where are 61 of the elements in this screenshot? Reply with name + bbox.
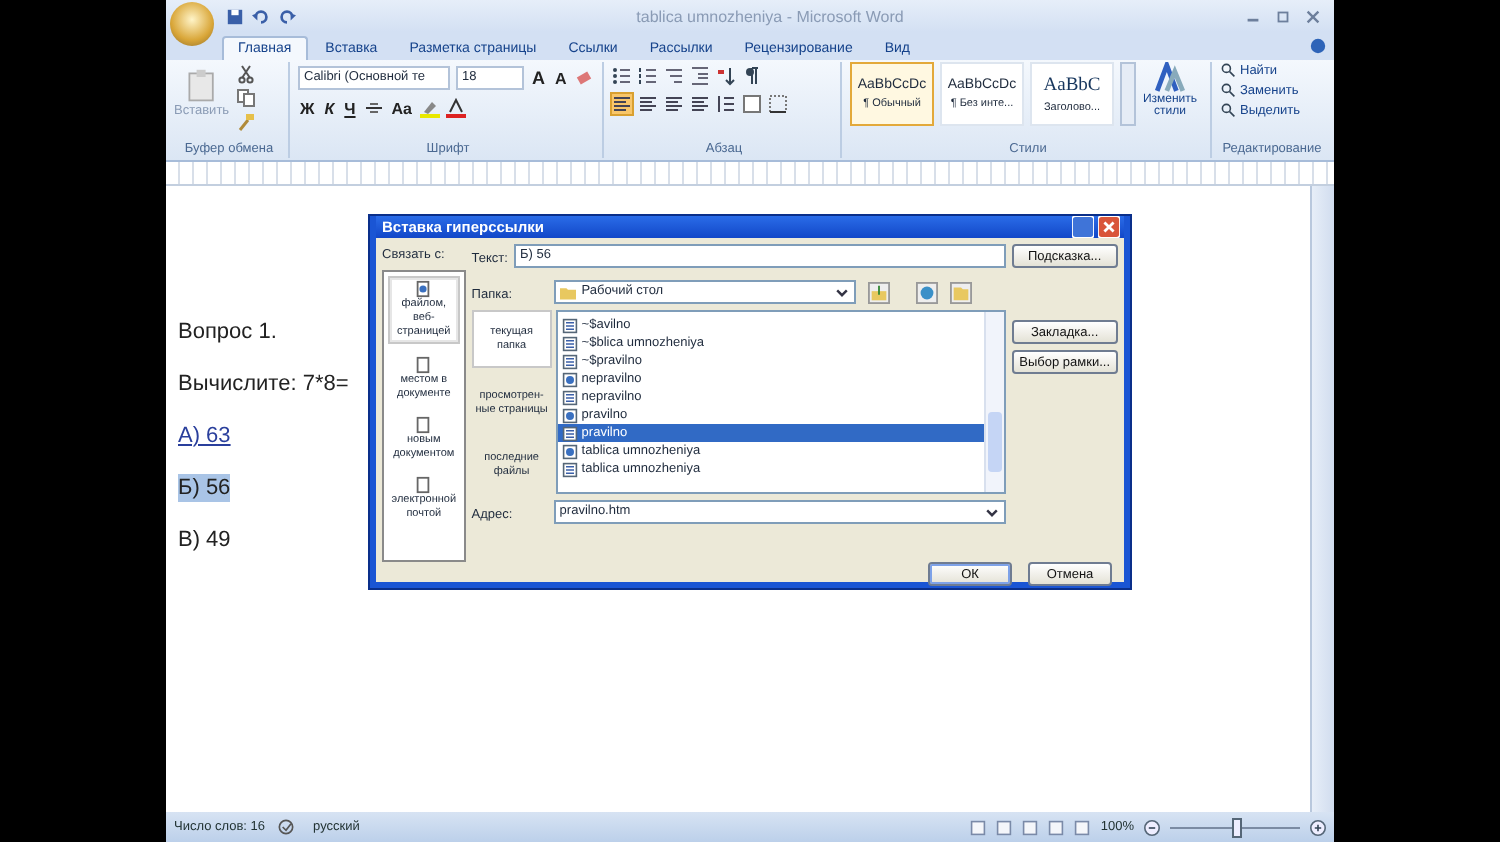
shrink-font-button[interactable]: A xyxy=(553,69,569,87)
multilevel-list-icon[interactable] xyxy=(664,66,684,86)
web-page-icon xyxy=(561,443,578,459)
clipboard-icon xyxy=(183,68,220,104)
restore-icon[interactable] xyxy=(1274,7,1292,25)
strikethrough-icon[interactable] xyxy=(363,98,384,118)
zoom-slider-thumb[interactable] xyxy=(1232,817,1242,837)
web-search-icon[interactable] xyxy=(915,281,938,303)
list-scrollbar[interactable] xyxy=(983,312,1004,492)
proofing-icon[interactable] xyxy=(275,818,296,836)
numbering-icon[interactable] xyxy=(638,66,658,86)
shading-icon[interactable] xyxy=(742,94,762,114)
paragraph: В) 49 xyxy=(178,526,231,554)
web-page-icon xyxy=(561,371,578,387)
align-button[interactable] xyxy=(638,94,658,114)
web-page-icon xyxy=(561,407,578,423)
zoom-in-icon[interactable] xyxy=(1310,819,1326,835)
document-icon xyxy=(414,280,433,298)
pilcrow-icon[interactable] xyxy=(742,66,762,86)
grow-font-button[interactable]: A xyxy=(530,68,547,88)
redo-icon[interactable] xyxy=(278,7,296,25)
folder-icon xyxy=(559,285,576,299)
scissors-icon[interactable] xyxy=(235,64,256,84)
search-icon xyxy=(1220,102,1236,118)
document-icon xyxy=(561,389,578,405)
brush-icon[interactable] xyxy=(235,112,256,132)
format-button[interactable]: Ч xyxy=(342,99,358,117)
align-button[interactable] xyxy=(664,94,684,114)
vertical-scrollbar[interactable] xyxy=(1310,186,1334,812)
undo-icon[interactable] xyxy=(252,7,270,25)
close-icon[interactable] xyxy=(1304,7,1322,25)
document-icon xyxy=(561,425,578,441)
letters-icon xyxy=(1154,62,1186,94)
document-icon xyxy=(414,476,433,494)
save-icon[interactable] xyxy=(226,7,244,25)
document-icon xyxy=(414,356,433,374)
indent-icon[interactable] xyxy=(690,66,710,86)
bullets-icon[interactable] xyxy=(612,66,632,86)
font-color-icon[interactable] xyxy=(446,98,467,118)
sort-icon[interactable] xyxy=(716,66,736,86)
paragraph: Вычислите: 7*8= xyxy=(178,370,349,398)
search-icon xyxy=(1220,62,1236,78)
change-case-button[interactable]: Aa xyxy=(389,99,415,117)
copy-icon[interactable] xyxy=(235,88,256,108)
align-button[interactable] xyxy=(612,94,632,114)
paragraph: Б) 56 xyxy=(178,474,231,502)
document-icon xyxy=(414,416,433,434)
document-icon xyxy=(561,461,578,477)
paragraph: А) 63 xyxy=(178,422,231,450)
format-button[interactable]: Ж xyxy=(298,99,317,117)
zoom-out-icon[interactable] xyxy=(1144,819,1160,835)
window-title: tablica umnozheniya - Microsoft Word xyxy=(634,7,906,25)
folder-up-icon[interactable] xyxy=(867,281,890,303)
line-spacing-icon[interactable] xyxy=(716,94,736,114)
format-button[interactable]: К xyxy=(322,99,337,117)
gallery-scrollbar[interactable] xyxy=(1120,62,1136,126)
align-button[interactable] xyxy=(690,94,710,114)
paragraph: Вопрос 1. xyxy=(178,318,277,346)
style-preview: AaBbC xyxy=(1043,75,1101,95)
borders-icon[interactable] xyxy=(768,94,788,114)
search-icon xyxy=(1220,82,1236,98)
